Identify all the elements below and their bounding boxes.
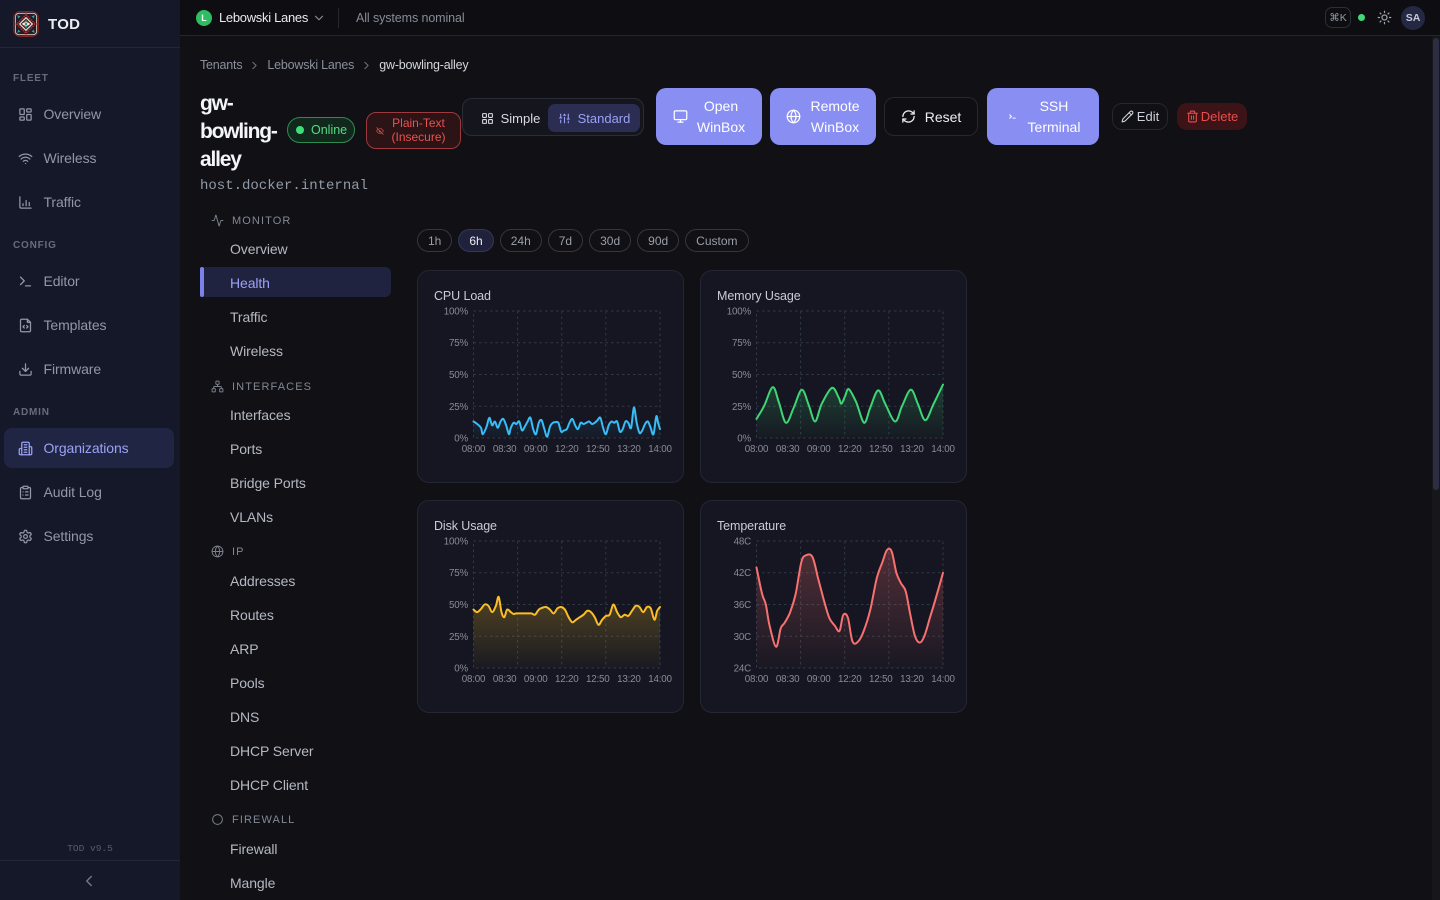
svg-text:50%: 50% xyxy=(732,370,751,381)
svg-text:14:00: 14:00 xyxy=(648,674,672,685)
svg-text:14:00: 14:00 xyxy=(931,674,955,685)
svg-text:13:20: 13:20 xyxy=(900,444,924,455)
svg-text:14:00: 14:00 xyxy=(931,444,955,455)
svg-text:25%: 25% xyxy=(732,402,751,413)
svg-text:09:00: 09:00 xyxy=(524,674,548,685)
svg-text:08:30: 08:30 xyxy=(493,444,517,455)
svg-text:48C: 48C xyxy=(734,537,751,548)
svg-text:12:50: 12:50 xyxy=(869,444,893,455)
svg-text:09:00: 09:00 xyxy=(807,444,831,455)
svg-text:100%: 100% xyxy=(444,307,469,318)
svg-text:100%: 100% xyxy=(727,307,752,318)
svg-text:12:20: 12:20 xyxy=(838,444,862,455)
svg-text:0%: 0% xyxy=(454,664,468,675)
svg-text:08:00: 08:00 xyxy=(462,674,486,685)
svg-text:12:50: 12:50 xyxy=(586,444,610,455)
svg-text:14:00: 14:00 xyxy=(648,444,672,455)
svg-text:13:20: 13:20 xyxy=(617,444,641,455)
svg-text:75%: 75% xyxy=(449,338,468,349)
svg-text:100%: 100% xyxy=(444,537,469,548)
svg-text:13:20: 13:20 xyxy=(900,674,924,685)
svg-text:12:50: 12:50 xyxy=(586,674,610,685)
svg-text:13:20: 13:20 xyxy=(617,674,641,685)
svg-text:08:00: 08:00 xyxy=(745,444,769,455)
svg-text:08:30: 08:30 xyxy=(776,444,800,455)
svg-text:08:30: 08:30 xyxy=(493,674,517,685)
svg-text:0%: 0% xyxy=(737,434,751,445)
svg-text:08:00: 08:00 xyxy=(745,674,769,685)
svg-text:25%: 25% xyxy=(449,402,468,413)
svg-text:75%: 75% xyxy=(732,338,751,349)
svg-text:36C: 36C xyxy=(734,600,751,611)
svg-text:0%: 0% xyxy=(454,434,468,445)
svg-text:50%: 50% xyxy=(449,600,468,611)
svg-text:08:30: 08:30 xyxy=(776,674,800,685)
svg-text:12:50: 12:50 xyxy=(869,674,893,685)
svg-text:12:20: 12:20 xyxy=(838,674,862,685)
svg-text:50%: 50% xyxy=(449,370,468,381)
svg-text:12:20: 12:20 xyxy=(555,674,579,685)
svg-text:24C: 24C xyxy=(734,664,751,675)
svg-text:08:00: 08:00 xyxy=(462,444,486,455)
svg-text:12:20: 12:20 xyxy=(555,444,579,455)
svg-text:42C: 42C xyxy=(734,568,751,579)
svg-text:30C: 30C xyxy=(734,632,751,643)
svg-text:09:00: 09:00 xyxy=(524,444,548,455)
svg-text:25%: 25% xyxy=(449,632,468,643)
svg-text:75%: 75% xyxy=(449,568,468,579)
svg-text:09:00: 09:00 xyxy=(807,674,831,685)
